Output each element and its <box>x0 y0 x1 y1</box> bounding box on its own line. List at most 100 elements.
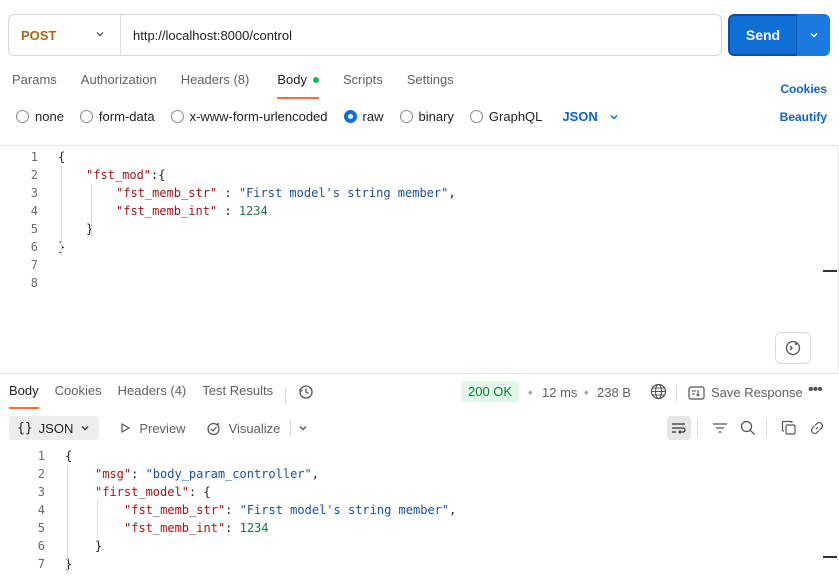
response-tab-test-results[interactable]: Test Results <box>202 384 273 408</box>
radio-form-data[interactable]: form-data <box>79 109 155 124</box>
separator <box>697 420 698 436</box>
raw-format-label: JSON <box>562 109 598 124</box>
raw-format-select[interactable]: JSON <box>562 109 619 124</box>
request-tabs: Params Authorization Headers (8) Body Sc… <box>12 72 454 99</box>
ai-assist-button[interactable] <box>775 332 811 364</box>
code-line: 2 "fst_mod":{ <box>0 166 839 184</box>
radio-none[interactable]: none <box>16 109 64 124</box>
json-punct: , <box>448 186 456 200</box>
beautify-link[interactable]: Beautify <box>780 110 827 124</box>
line-number: 1 <box>37 449 45 463</box>
json-string: "body_param_controller" <box>145 467 312 481</box>
indent-guide <box>91 184 92 238</box>
response-tab-cookies-label: Cookies <box>54 383 102 398</box>
visualize-label: Visualize <box>228 420 281 436</box>
code-line: 7} <box>0 555 839 573</box>
tab-headers[interactable]: Headers (8) <box>181 72 250 98</box>
line-number: 3 <box>37 485 45 499</box>
tab-params[interactable]: Params <box>12 72 57 98</box>
preview-button[interactable]: Preview <box>119 421 186 436</box>
tab-authorization-label: Authorization <box>80 72 157 87</box>
code-text: "fst_mod":{ <box>38 166 165 184</box>
request-body-editor[interactable]: 1{ 2 "fst_mod":{ 3 "fst_memb_str" : "First… <box>0 145 839 370</box>
code-line: 8 <box>0 274 839 292</box>
cookies-link[interactable]: Cookies <box>780 82 827 96</box>
line-number: 4 <box>37 503 45 517</box>
history-icon[interactable] <box>298 384 314 403</box>
response-tab-cookies[interactable]: Cookies <box>55 384 102 408</box>
url-input[interactable] <box>121 15 721 55</box>
response-body-viewer[interactable]: 1{ 2 "msg": "body_param_controller", 3 "fi… <box>0 447 839 580</box>
chevron-down-icon[interactable] <box>297 422 309 434</box>
radio-circle <box>170 110 184 123</box>
json-key: "fst_memb_str" <box>116 186 218 200</box>
tab-scripts-label: Scripts <box>342 72 383 87</box>
json-string: "First model's string member" <box>238 186 449 200</box>
separator <box>285 388 287 404</box>
response-tabs: Body Cookies Headers (4) Test Results <box>9 384 314 409</box>
radio-circle <box>399 110 413 123</box>
visualize-button[interactable]: Visualize <box>206 420 281 436</box>
code-line: 7 <box>0 256 839 274</box>
globe-icon[interactable] <box>650 383 667 403</box>
radio-urlencoded[interactable]: x-www-form-urlencoded <box>170 109 328 124</box>
line-number: 8 <box>30 276 38 290</box>
radio-graphql[interactable]: GraphQL <box>469 109 542 124</box>
tab-body[interactable]: Body <box>277 72 319 99</box>
send-options-button[interactable] <box>796 14 830 56</box>
code-text: } <box>65 557 73 571</box>
response-format-select[interactable]: {} JSON <box>9 416 100 440</box>
copy-button[interactable] <box>777 416 801 440</box>
save-response-icon <box>688 386 705 403</box>
braces-icon: {} <box>17 420 33 436</box>
search-icon <box>740 420 755 435</box>
more-options-icon[interactable]: ••• <box>808 381 823 399</box>
radio-binary-label: binary <box>418 109 454 124</box>
radio-binary[interactable]: binary <box>399 109 454 124</box>
editor-scroll-marker[interactable] <box>823 270 837 272</box>
response-size[interactable]: 238 B <box>597 385 631 400</box>
response-scroll-marker[interactable] <box>823 556 837 558</box>
method-select[interactable]: POST <box>9 15 121 55</box>
status-badge[interactable]: 200 OK <box>461 381 520 402</box>
tab-authorization[interactable]: Authorization <box>81 72 157 98</box>
json-key: "fst_memb_int" <box>116 204 218 218</box>
code-line: 6} <box>0 537 839 555</box>
code-line: 1{ <box>0 148 839 166</box>
json-key: "msg" <box>95 467 132 481</box>
response-headers-count: (4) <box>170 383 187 398</box>
chevron-down-icon <box>810 33 817 38</box>
response-time[interactable]: 12 ms <box>542 385 577 400</box>
tab-scripts[interactable]: Scripts <box>343 72 383 98</box>
code-text: "fst_memb_str": "First model's string me… <box>45 501 456 519</box>
json-punct: : <box>131 467 146 481</box>
json-punct: :{ <box>151 168 166 182</box>
link-button[interactable] <box>805 416 829 440</box>
response-tab-test-results-label: Test Results <box>202 383 274 398</box>
radio-form-data-label: form-data <box>98 109 155 124</box>
line-number: 6 <box>37 539 45 553</box>
request-url-bar: POST <box>8 14 722 56</box>
radio-urlencoded-label: x-www-form-urlencoded <box>189 109 328 124</box>
code-text: "fst_memb_int" : 1234 <box>38 202 268 220</box>
wrap-lines-button[interactable] <box>667 416 691 440</box>
tab-settings[interactable]: Settings <box>407 72 454 98</box>
json-key: "fst_memb_int" <box>124 521 226 535</box>
json-punct: , <box>449 503 457 517</box>
filter-button[interactable] <box>708 416 732 440</box>
line-number: 5 <box>30 222 38 236</box>
save-response-button[interactable]: Save Response <box>711 385 803 400</box>
headers-count: (8) <box>233 72 250 87</box>
send-button[interactable]: Send <box>728 14 796 56</box>
response-tab-body[interactable]: Body <box>9 384 39 409</box>
radio-raw[interactable]: raw <box>343 109 384 124</box>
response-tab-headers[interactable]: Headers (4) <box>118 384 187 408</box>
search-button[interactable] <box>736 416 760 440</box>
line-number: 5 <box>37 521 45 535</box>
json-key: "first_model" <box>95 485 189 499</box>
line-number: 3 <box>30 186 38 200</box>
json-number: 1234 <box>239 521 269 535</box>
line-number: 7 <box>30 258 38 272</box>
